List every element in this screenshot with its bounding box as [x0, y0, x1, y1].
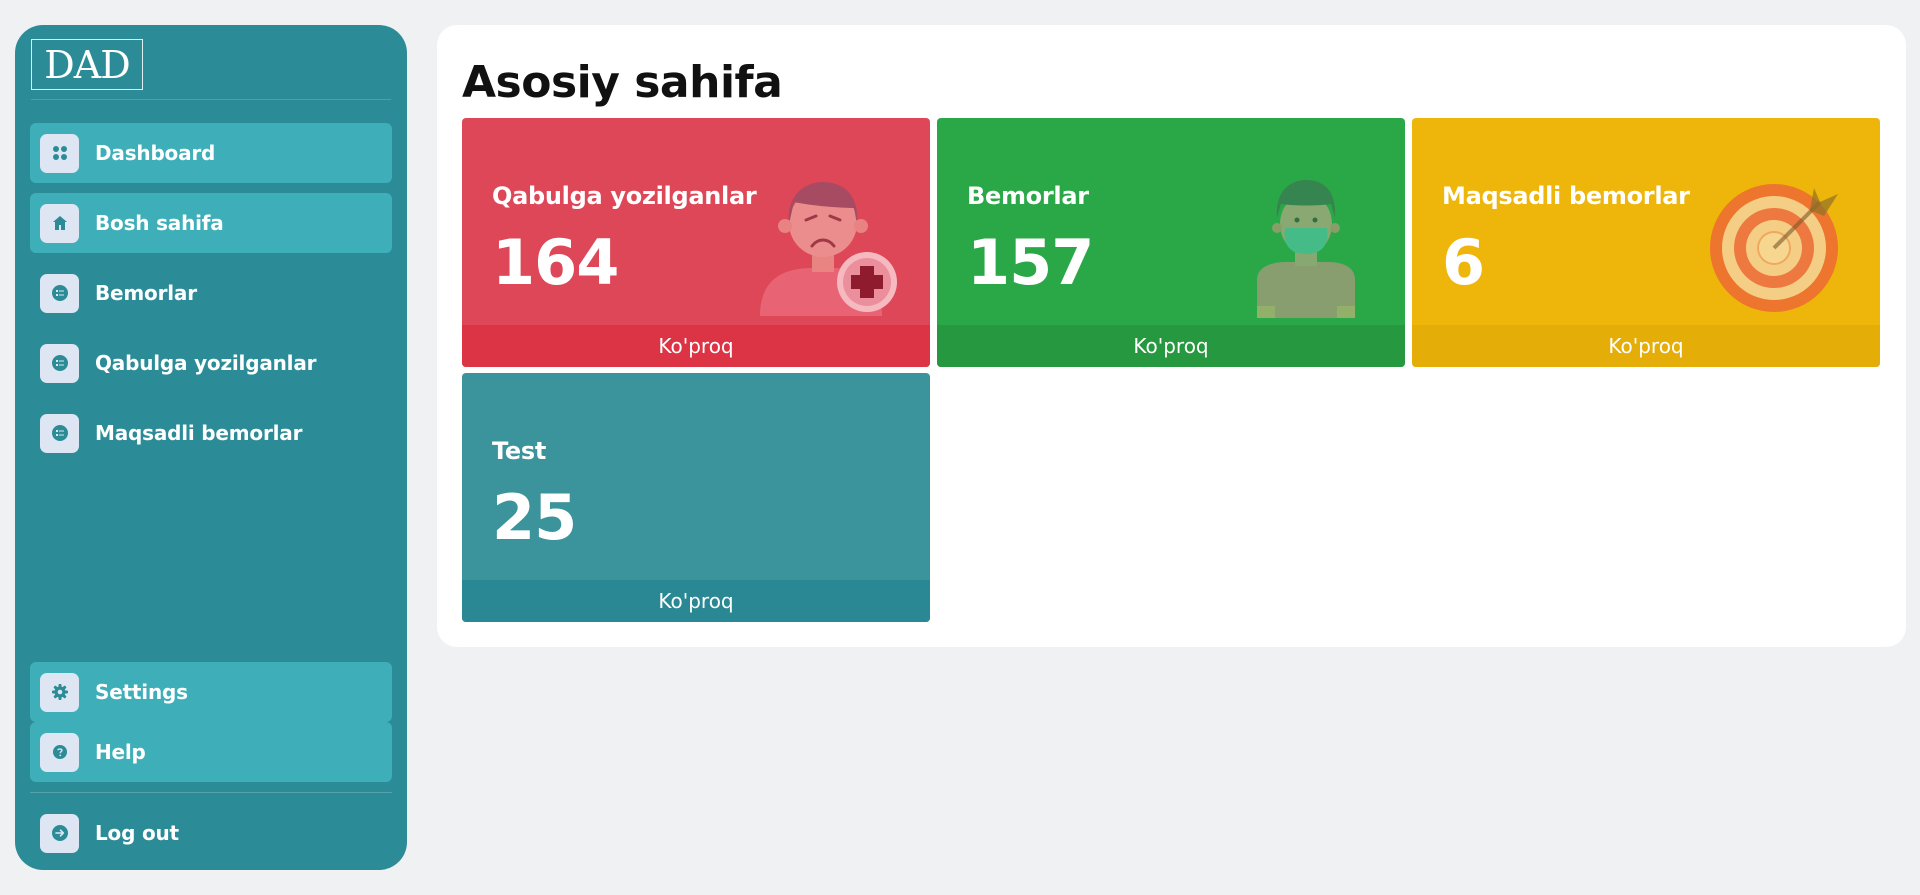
gear-icon — [40, 672, 79, 712]
sidebar: DAD Dashboard Bosh sahifa Bemorlar Qabul… — [15, 25, 407, 870]
app-logo[interactable]: DAD — [31, 39, 143, 90]
sidebar-item-bosh-sahifa[interactable]: Bosh sahifa — [30, 193, 392, 253]
more-link[interactable]: Ko'proq — [462, 325, 930, 367]
sidebar-item-qabulga-yozilganlar[interactable]: Qabulga yozilganlar — [30, 333, 392, 393]
more-link[interactable]: Ko'proq — [1412, 325, 1880, 367]
logout-label: Log out — [95, 821, 179, 845]
sidebar-item-help[interactable]: Help — [30, 722, 392, 782]
more-link[interactable]: Ko'proq — [937, 325, 1405, 367]
sidebar-item-label: Settings — [95, 680, 188, 704]
stat-card-test: Test 25 Ko'proq — [462, 373, 930, 622]
divider — [31, 99, 391, 100]
target-icon — [1710, 184, 1838, 312]
card-title: Bemorlar — [967, 182, 1089, 210]
sidebar-item-label: Bemorlar — [95, 281, 197, 305]
sidebar-item-settings[interactable]: Settings — [30, 662, 392, 722]
card-value: 157 — [967, 226, 1094, 299]
help-icon — [40, 732, 79, 772]
masked-patient-icon — [1257, 180, 1355, 318]
stat-card-bemorlar: Bemorlar 157 Ko'proq — [937, 118, 1405, 367]
divider — [30, 792, 392, 793]
more-link[interactable]: Ko'proq — [462, 580, 930, 622]
sidebar-item-maqsadli-bemorlar[interactable]: Maqsadli bemorlar — [30, 403, 392, 463]
list-icon — [40, 343, 79, 383]
logout-icon — [40, 813, 79, 853]
page-title: Asosiy sahifa — [462, 57, 783, 108]
list-icon — [40, 273, 79, 313]
sidebar-item-label: Dashboard — [95, 141, 216, 165]
card-value: 6 — [1442, 226, 1485, 299]
logo-text: DAD — [44, 42, 130, 87]
card-title: Qabulga yozilganlar — [492, 182, 757, 210]
sidebar-item-dashboard[interactable]: Dashboard — [30, 123, 392, 183]
list-icon — [40, 413, 79, 453]
card-value: 164 — [492, 226, 619, 299]
sidebar-item-label: Help — [95, 740, 146, 764]
card-title: Test — [492, 437, 547, 465]
sidebar-item-label: Maqsadli bemorlar — [95, 421, 303, 445]
sick-patient-icon — [760, 182, 897, 316]
sidebar-item-label: Qabulga yozilganlar — [95, 351, 317, 375]
card-value: 25 — [492, 481, 577, 554]
main-content: Asosiy sahifa Qabulga yozilganlar 164 Ko… — [437, 25, 1906, 647]
home-icon — [40, 203, 79, 243]
logout-button[interactable]: Log out — [30, 803, 392, 863]
sidebar-item-label: Bosh sahifa — [95, 211, 224, 235]
stat-card-maqsadli-bemorlar: Maqsadli bemorlar 6 Ko'proq — [1412, 118, 1880, 367]
stat-card-qabulga-yozilganlar: Qabulga yozilganlar 164 Ko'proq — [462, 118, 930, 367]
card-title: Maqsadli bemorlar — [1442, 182, 1690, 210]
sidebar-item-bemorlar[interactable]: Bemorlar — [30, 263, 392, 323]
grid-icon — [40, 133, 79, 173]
